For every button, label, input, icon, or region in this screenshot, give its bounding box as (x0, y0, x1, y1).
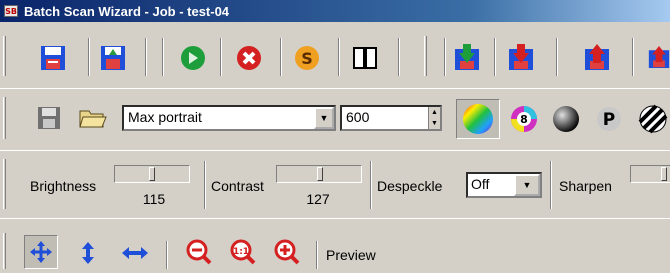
two-page-view-icon[interactable] (350, 44, 380, 72)
toolbar-separator (204, 161, 206, 209)
save-profile-icon[interactable] (36, 105, 62, 131)
color-mode-button[interactable] (456, 99, 500, 139)
contrast-value: 127 (306, 191, 330, 207)
zoom-out-icon[interactable] (184, 237, 214, 267)
sharpen-slider[interactable] (630, 165, 670, 183)
zoom-actual-size-icon[interactable]: 1:1 (228, 237, 258, 267)
toolbar-separator (162, 38, 164, 76)
preview-toolbar: 1:1 Preview (0, 218, 670, 273)
halftone-icon[interactable]: P (592, 101, 626, 137)
svg-text:P: P (603, 110, 615, 130)
sharpen-slider-thumb[interactable] (661, 167, 667, 181)
despeckle-value: Off (471, 176, 490, 192)
toolbar-separator (220, 38, 222, 76)
svg-text:1:1: 1:1 (233, 247, 249, 257)
fit-width-icon[interactable] (120, 241, 150, 265)
toolbar-grip[interactable] (3, 36, 6, 76)
save-as-icon[interactable] (98, 44, 128, 72)
brightness-label: Brightness (30, 178, 97, 194)
dropdown-arrow-icon[interactable]: ▼ (514, 174, 540, 196)
brightness-slider[interactable] (114, 165, 190, 183)
title-bar: SB Batch Scan Wizard - Job - test-04 (0, 0, 670, 22)
start-scan-icon[interactable] (178, 44, 208, 72)
resolution-spinbox[interactable]: 600 ▲ ▼ (340, 105, 442, 131)
toolbar-separator (556, 38, 558, 76)
resolution-value: 600 (346, 109, 370, 125)
skip-icon[interactable]: S (292, 44, 322, 72)
grayscale-icon[interactable] (548, 101, 584, 137)
toolbar-separator (88, 38, 90, 76)
toolbar-grip[interactable] (424, 36, 427, 76)
eight-bit-color-icon[interactable]: 8 (506, 101, 542, 137)
scan-settings-toolbar: Max portrait ▼ 600 ▲ ▼ 8 P (0, 88, 670, 148)
toolbar-separator (166, 241, 168, 269)
stop-icon[interactable] (234, 44, 264, 72)
app-icon: SB (4, 5, 18, 17)
toolbar-grip[interactable] (3, 159, 6, 209)
toolbar-separator (494, 38, 496, 76)
toolbar-separator (370, 161, 372, 209)
toolbar-separator (316, 241, 318, 269)
save-icon[interactable] (38, 44, 68, 72)
toolbar-separator (632, 38, 634, 76)
toolbar-grip[interactable] (3, 233, 6, 269)
main-toolbar: S (0, 24, 670, 86)
black-white-icon[interactable] (638, 101, 670, 137)
save-down-red-icon[interactable] (506, 42, 536, 72)
svg-text:S: S (301, 49, 313, 68)
contrast-slider[interactable] (276, 165, 362, 183)
zoom-in-icon[interactable] (272, 237, 302, 267)
toolbar-separator (280, 38, 282, 76)
brightness-slider-thumb[interactable] (149, 167, 155, 181)
save-up-red-icon[interactable] (582, 42, 612, 72)
despeckle-label: Despeckle (377, 178, 443, 194)
scan-profile-value: Max portrait (128, 109, 202, 125)
contrast-label: Contrast (211, 178, 264, 194)
adjustments-toolbar: Brightness 115 Contrast 127 Despeckle Of… (0, 150, 670, 216)
brightness-value: 115 (142, 191, 166, 207)
window-title: Batch Scan Wizard - Job - test-04 (24, 3, 230, 19)
toolbar-separator (338, 38, 340, 76)
toolbar-separator (550, 161, 552, 209)
fit-height-icon[interactable] (78, 239, 98, 267)
toolbar-grip[interactable] (3, 97, 6, 139)
toolbar-separator (444, 38, 446, 76)
save-up-blue-icon[interactable] (648, 42, 670, 72)
dropdown-arrow-icon[interactable]: ▼ (314, 107, 334, 129)
toolbar-separator (398, 38, 400, 76)
scan-profile-select[interactable]: Max portrait ▼ (122, 105, 336, 131)
pan-move-icon[interactable] (24, 235, 58, 269)
despeckle-select[interactable]: Off ▼ (466, 172, 542, 198)
svg-text:8: 8 (520, 113, 528, 126)
spin-arrows-icon[interactable]: ▲ ▼ (428, 107, 440, 129)
save-down-green-icon[interactable] (452, 42, 482, 72)
open-folder-icon[interactable] (78, 105, 108, 131)
toolbar-separator (145, 38, 147, 76)
preview-label: Preview (326, 247, 376, 263)
contrast-slider-thumb[interactable] (317, 167, 323, 181)
sharpen-label: Sharpen (559, 178, 612, 194)
